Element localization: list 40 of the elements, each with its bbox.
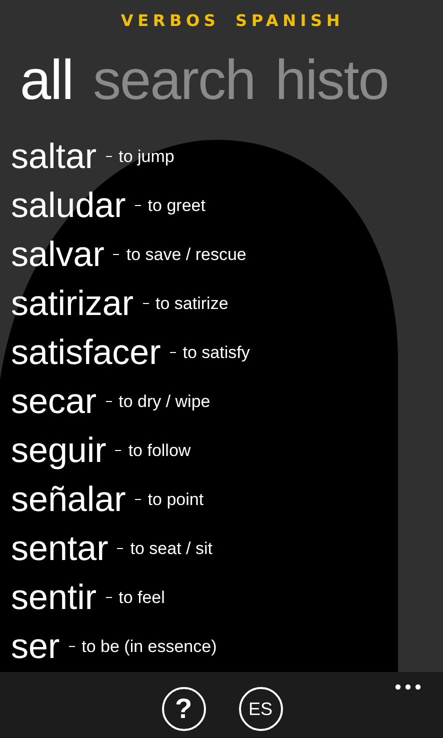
verb-text[interactable]: seguir (11, 430, 106, 470)
verb-text[interactable]: satisfacer (11, 332, 161, 372)
dash-icon (142, 302, 149, 304)
meaning-text: to save / rescue (126, 244, 246, 266)
app-title: VERBOS SPANISH (120, 10, 344, 32)
verb-text[interactable]: secar (11, 382, 97, 422)
language-button[interactable]: ES (238, 687, 282, 731)
verb-text[interactable]: satirizar (11, 284, 134, 324)
meaning-text: to dry / wipe (118, 390, 210, 412)
dash-icon (106, 156, 112, 158)
pivot-tab[interactable]: all (20, 50, 74, 110)
more-icon[interactable] (395, 684, 421, 690)
verb-text[interactable]: sentir (11, 578, 97, 618)
verb-text[interactable]: señalar (11, 480, 126, 520)
verb-text[interactable]: sentar (11, 528, 108, 568)
meaning-text: to follow (128, 440, 191, 462)
meaning-text: to greet (148, 194, 206, 216)
dash-icon (68, 646, 75, 648)
help-button[interactable]: ? (162, 687, 206, 731)
verb-text[interactable]: saludar (11, 186, 126, 226)
pivot-tab[interactable]: search (93, 50, 256, 110)
dash-icon (113, 254, 120, 256)
dash-icon (115, 450, 122, 452)
dash-icon (134, 204, 141, 206)
meaning-text: to point (148, 488, 204, 510)
dash-icon (106, 400, 112, 402)
verb-text[interactable]: saltar (11, 136, 97, 176)
meaning-text: to feel (118, 586, 165, 608)
dash-icon (170, 352, 176, 354)
meaning-text: to satisfy (182, 342, 250, 364)
dash-icon (106, 596, 112, 598)
dash-icon (134, 498, 141, 500)
meaning-text: to be (in essence) (82, 636, 217, 658)
meaning-text: to jump (118, 146, 174, 168)
meaning-text: to seat / sit (130, 538, 212, 560)
dash-icon (117, 548, 124, 550)
verb-text[interactable]: ser (11, 626, 60, 666)
pivot-tab[interactable]: histo (275, 50, 388, 110)
meaning-text: to satirize (156, 292, 228, 314)
verb-text[interactable]: salvar (11, 234, 104, 274)
